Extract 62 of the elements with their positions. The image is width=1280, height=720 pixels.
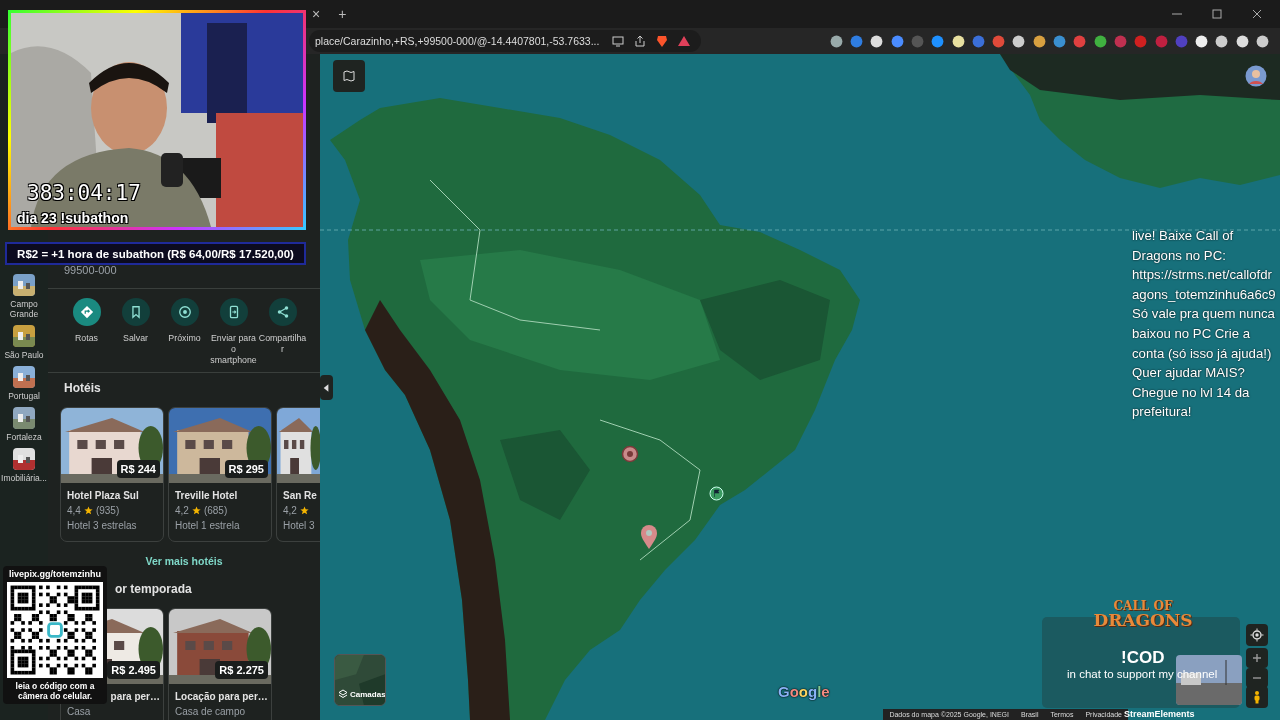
star-icon [191,506,201,515]
extension-icon[interactable] [828,33,844,49]
send-to-phone-button[interactable]: Enviar para o smartphone [209,298,258,366]
extension-icon[interactable] [1011,33,1027,49]
price-label: R$ 295 [224,460,268,478]
nearby-icon [177,305,192,319]
recent-place-button[interactable]: São Paulo [1,325,47,360]
rental-name: para per… [110,691,160,702]
rating-value: 4,4 [67,505,81,516]
install-icon[interactable] [611,34,626,48]
hotel-category: Hotel 1 estrela [175,520,241,531]
recent-place-button[interactable]: Fortaleza [1,407,47,442]
hotel-name: Treville Hotel [175,490,239,501]
hotel-category: Hotel 3 estrelas [67,520,138,531]
extension-icon[interactable] [1031,33,1047,49]
extension-icon[interactable] [1214,33,1230,49]
save-button[interactable]: Salvar [111,298,160,366]
triangle-icon[interactable] [677,34,692,48]
rating-value: 4,2 [283,505,297,516]
rating-value: 4,2 [175,505,189,516]
rental-card[interactable]: R$ 2.275 Locação para per… Casa de campo [168,608,272,720]
price-label: R$ 2.275 [215,661,268,679]
directions-button[interactable]: Rotas [62,298,111,366]
hotel-card[interactable]: R$ 244 Hotel Plaza Sul 4,4 (935) Hotel 3 estrelas [60,407,164,542]
subathon-banner: R$2 = +1 hora de subathon (R$ 64,00/R$ 17.520,00) [5,242,306,265]
tab-close-button[interactable]: × [308,6,325,22]
extension-icon[interactable] [1255,33,1270,49]
hotel-name: San Re [283,490,317,501]
section-heading: or temporada [114,582,193,596]
donation-url: livepix.gg/totemzinhu [9,569,101,579]
star-icon [83,506,93,515]
postal-code: 99500-000 [63,264,118,276]
section-heading: Hotéis [63,381,102,395]
price-label: R$ 244 [116,460,160,478]
extension-icon[interactable] [869,33,885,49]
share-icon [275,305,290,319]
nearby-button[interactable]: Próximo [160,298,209,366]
directions-icon [79,305,94,319]
recent-place-button[interactable]: Imobiliária... [1,448,47,483]
extension-icon[interactable] [1234,33,1250,49]
recent-place-button[interactable]: Campo Grande [1,274,47,319]
close-icon[interactable] [1250,7,1264,21]
review-count: (685) [203,505,228,516]
hotel-name: Hotel Plaza Sul [67,490,140,501]
hotel-category: Hotel 3 [283,520,316,531]
rental-name: Locação para per… [175,691,265,702]
new-tab-button[interactable]: + [334,6,351,22]
price-label: R$ 2.495 [107,661,160,679]
rental-category: Casa [67,706,92,717]
review-count: (935) [95,505,120,516]
share-icon[interactable] [633,34,648,48]
extension-icon[interactable] [1092,33,1108,49]
share-button[interactable]: Compartilhar [258,298,307,366]
hotel-card[interactable]: R$ 295 Treville Hotel 4,2 (685) Hotel 1 estrela [168,407,272,542]
more-hotels-link[interactable]: Ver mais hotéis [139,554,229,568]
rental-category: Casa de campo [175,706,247,717]
recent-place-button[interactable]: Portugal [1,366,47,401]
address-bar[interactable]: place/Carazinho,+RS,+99500-000/@-14.4407801,-53.7633... [309,30,702,52]
maximize-icon[interactable] [1210,7,1224,21]
star-icon [299,506,309,515]
extension-icon[interactable] [1194,33,1210,49]
extension-icon[interactable] [950,33,966,49]
